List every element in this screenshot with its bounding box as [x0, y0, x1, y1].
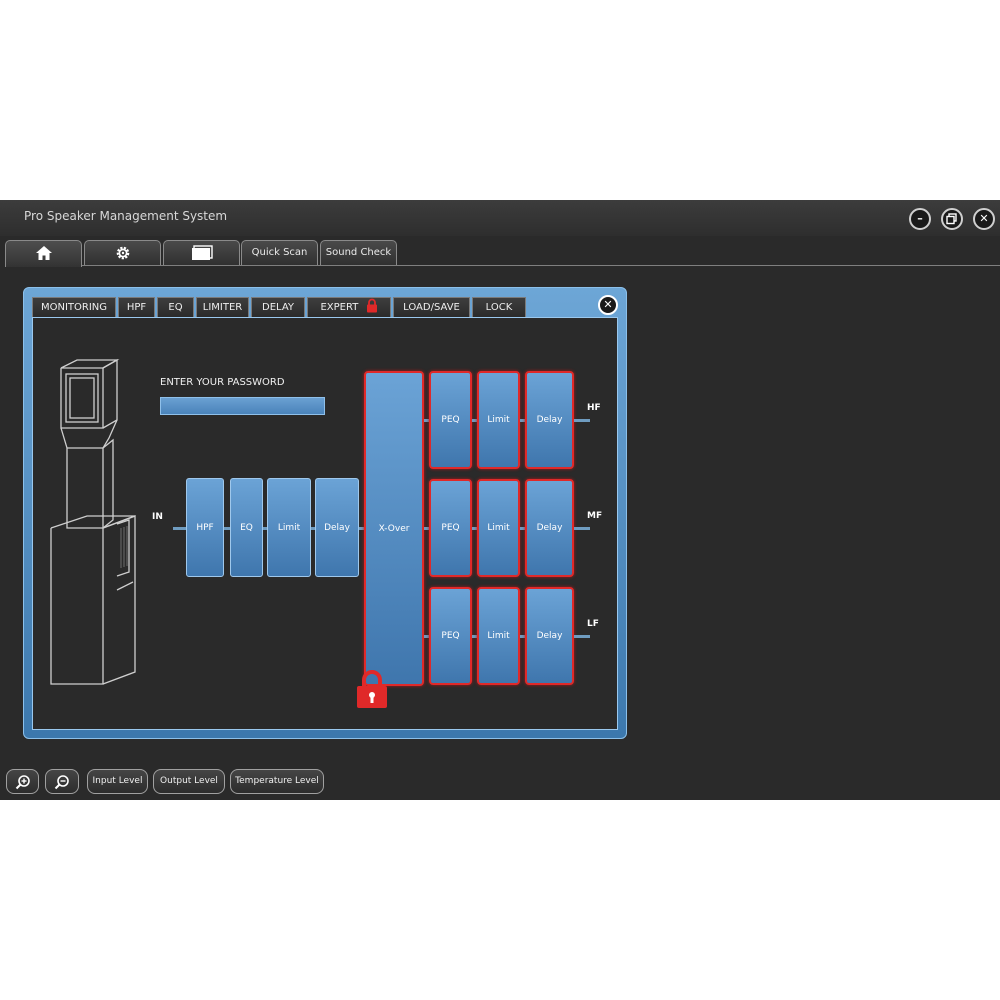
crossover-block[interactable]: X-Over	[364, 371, 424, 686]
window-close-button[interactable]: ✕	[973, 208, 995, 230]
hf-limit-block[interactable]: Limit	[477, 371, 520, 469]
subtab-delay[interactable]: DELAY	[251, 297, 305, 318]
zoom-in-icon	[15, 775, 30, 790]
eq-block[interactable]: EQ	[230, 478, 263, 577]
lock-icon	[357, 670, 387, 708]
window-title: Pro Speaker Management System	[24, 209, 228, 223]
mf-peq-block[interactable]: PEQ	[429, 479, 472, 577]
tab-home[interactable]	[5, 240, 82, 267]
subtab-monitoring[interactable]: MONITORING	[32, 297, 116, 318]
hpf-block[interactable]: HPF	[186, 478, 224, 577]
speaker-column-illustration	[50, 358, 136, 685]
limit-block[interactable]: Limit	[267, 478, 311, 577]
tab-sound-check[interactable]: Sound Check	[320, 240, 397, 266]
expert-content: ENTER YOUR PASSWORD IN HPF EQ Limit Dela…	[32, 317, 618, 730]
app-window: Pro Speaker Management System – ✕ Quick …	[0, 200, 1000, 800]
lf-peq-block[interactable]: PEQ	[429, 587, 472, 685]
temperature-level-button[interactable]: Temperature Level	[230, 769, 324, 794]
subtab-expert-label: EXPERT	[320, 302, 359, 313]
subtab-hpf[interactable]: HPF	[118, 297, 155, 318]
restore-icon	[946, 213, 957, 225]
password-label: ENTER YOUR PASSWORD	[160, 377, 285, 388]
tab-quick-scan[interactable]: Quick Scan	[241, 240, 318, 266]
home-icon	[35, 246, 52, 260]
mf-delay-block[interactable]: Delay	[525, 479, 574, 577]
close-icon: ✕	[603, 298, 613, 311]
expert-panel: MONITORING HPF EQ LIMITER DELAY EXPERT L…	[23, 287, 627, 739]
lf-output-connector	[574, 635, 590, 638]
title-bar: Pro Speaker Management System – ✕	[0, 200, 1000, 236]
input-label: IN	[152, 512, 163, 522]
tab-strip-divider	[82, 265, 1000, 266]
mf-limit-block[interactable]: Limit	[477, 479, 520, 577]
lf-delay-block[interactable]: Delay	[525, 587, 574, 685]
mf-output-connector	[574, 527, 590, 530]
gear-icon	[116, 246, 129, 260]
hf-output-connector	[574, 419, 590, 422]
zoom-in-button[interactable]	[6, 769, 39, 794]
restore-button[interactable]	[941, 208, 963, 230]
password-input[interactable]	[160, 397, 325, 415]
subtab-eq[interactable]: EQ	[157, 297, 194, 318]
subtab-limiter[interactable]: LIMITER	[196, 297, 249, 318]
input-level-button[interactable]: Input Level	[87, 769, 148, 794]
output-level-button[interactable]: Output Level	[153, 769, 225, 794]
hf-peq-block[interactable]: PEQ	[429, 371, 472, 469]
minimize-icon: –	[917, 212, 923, 225]
zoom-out-button[interactable]	[45, 769, 79, 794]
mf-output-label: MF	[587, 511, 603, 521]
panel-close-button[interactable]: ✕	[598, 295, 618, 315]
lock-icon	[366, 298, 377, 313]
hf-output-label: HF	[587, 403, 601, 413]
tab-windows[interactable]	[163, 240, 240, 266]
tab-settings[interactable]	[84, 240, 161, 266]
subtab-expert[interactable]: EXPERT	[307, 297, 391, 318]
close-icon: ✕	[979, 212, 989, 225]
zoom-out-icon	[54, 775, 69, 790]
lf-output-label: LF	[587, 619, 599, 629]
subtab-load-save[interactable]: LOAD/SAVE	[393, 297, 470, 318]
subtab-lock[interactable]: LOCK	[472, 297, 526, 318]
windows-icon	[191, 245, 213, 260]
hf-delay-block[interactable]: Delay	[525, 371, 574, 469]
lf-limit-block[interactable]: Limit	[477, 587, 520, 685]
delay-block[interactable]: Delay	[315, 478, 359, 577]
minimize-button[interactable]: –	[909, 208, 931, 230]
